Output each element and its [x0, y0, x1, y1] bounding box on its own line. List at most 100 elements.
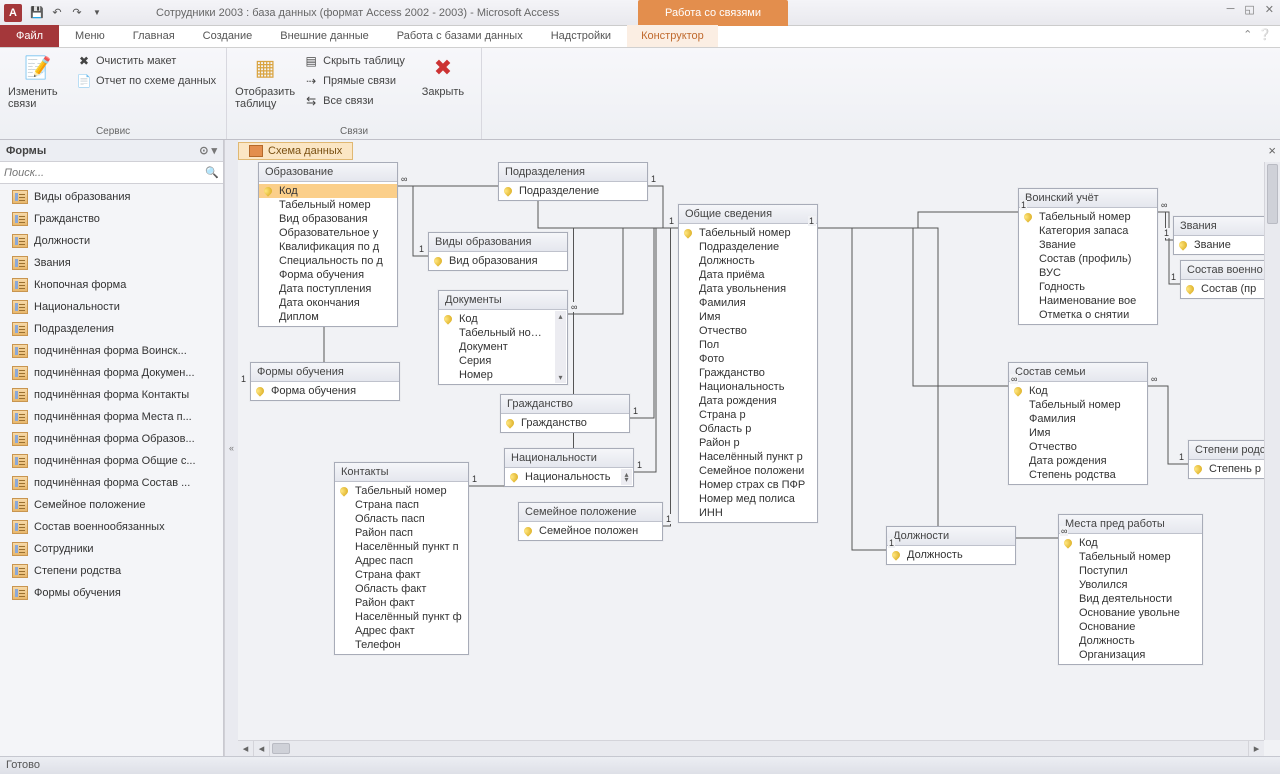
horizontal-scrollbar[interactable]: ◂ ◂ ▸ — [238, 740, 1264, 756]
hide-table-button[interactable]: ▤Скрыть таблицу — [301, 52, 407, 70]
field[interactable]: Табельный номер — [439, 326, 555, 340]
field[interactable]: Диплом — [259, 310, 397, 324]
clear-layout-button[interactable]: ✖Очистить макет — [74, 52, 218, 70]
field[interactable]: Код — [1009, 384, 1147, 398]
table-podr[interactable]: ПодразделенияПодразделение — [498, 162, 648, 201]
field[interactable]: ВУС — [1019, 266, 1157, 280]
field[interactable]: Дата рождения — [679, 394, 817, 408]
field[interactable]: Семейное положени — [679, 464, 817, 478]
field[interactable]: Состав (профиль) — [1019, 252, 1157, 266]
table-kont[interactable]: КонтактыТабельный номерСтрана паспОбласт… — [334, 462, 469, 655]
field[interactable]: Квалификация по д — [259, 240, 397, 254]
field[interactable]: Область р — [679, 422, 817, 436]
qat-dropdown-icon[interactable]: ▼ — [88, 4, 106, 22]
field[interactable]: Отметка о снятии — [1019, 308, 1157, 322]
field[interactable]: Табельный номер — [1019, 210, 1157, 224]
field[interactable]: Годность — [1019, 280, 1157, 294]
save-icon[interactable]: 💾 — [28, 4, 46, 22]
nav-item[interactable]: Кнопочная форма — [0, 274, 223, 296]
relationships-canvas[interactable]: ОбразованиеКодТабельный номерВид образов… — [238, 162, 1264, 740]
table-header[interactable]: Гражданство — [501, 395, 629, 414]
nav-item[interactable]: подчинённая форма Докумен... — [0, 362, 223, 384]
field[interactable]: Код — [259, 184, 397, 198]
field[interactable]: Национальность — [679, 380, 817, 394]
tab-create[interactable]: Создание — [189, 25, 267, 47]
minimize-icon[interactable]: ─ — [1227, 3, 1235, 16]
field[interactable]: ИНН — [679, 506, 817, 520]
report-button[interactable]: 📄Отчет по схеме данных — [74, 72, 218, 90]
field[interactable]: Дата поступления — [259, 282, 397, 296]
field[interactable]: Дата окончания — [259, 296, 397, 310]
close-icon[interactable]: ✕ — [1265, 3, 1274, 16]
minimize-ribbon-icon[interactable]: ⌃ — [1243, 28, 1252, 41]
nav-item[interactable]: Звания — [0, 252, 223, 274]
search-icon[interactable]: 🔍 — [205, 166, 219, 179]
field[interactable]: Табельный номер — [335, 484, 468, 498]
close-document-icon[interactable]: × — [1268, 143, 1276, 158]
table-header[interactable]: Состав военно — [1181, 261, 1264, 280]
field[interactable]: Вид образования — [429, 254, 567, 268]
vertical-scrollbar[interactable] — [1264, 162, 1280, 740]
edit-relationships-button[interactable]: 📝Изменить связи — [8, 52, 68, 110]
field[interactable]: Номер мед полиса — [679, 492, 817, 506]
field[interactable]: Должность — [1059, 634, 1202, 648]
table-header[interactable]: Степени родст — [1189, 441, 1264, 460]
field[interactable]: Семейное положен — [519, 524, 662, 538]
field[interactable]: Отчество — [679, 324, 817, 338]
field[interactable]: Табельный номер — [1059, 550, 1202, 564]
field[interactable]: Номер — [439, 368, 555, 382]
field[interactable]: Дата рождения — [1009, 454, 1147, 468]
nav-item[interactable]: Семейное положение — [0, 494, 223, 516]
table-header[interactable]: Звания — [1174, 217, 1264, 236]
table-scrollbar[interactable]: ▴▾ — [621, 469, 632, 485]
table-header[interactable]: Должности — [887, 527, 1015, 546]
field[interactable]: Документ — [439, 340, 555, 354]
field[interactable]: Номер страх св ПФР — [679, 478, 817, 492]
field[interactable]: Код — [1059, 536, 1202, 550]
table-sem[interactable]: Семейное положениеСемейное положен — [518, 502, 663, 541]
tab-addins[interactable]: Надстройки — [537, 25, 625, 47]
table-vid[interactable]: Виды образования Вид образования — [428, 232, 568, 271]
nav-item[interactable]: подчинённая форма Воинск... — [0, 340, 223, 362]
field[interactable]: Должность — [679, 254, 817, 268]
field[interactable]: Код — [439, 312, 555, 326]
field[interactable]: Категория запаса — [1019, 224, 1157, 238]
field[interactable]: Фото — [679, 352, 817, 366]
field[interactable]: Страна факт — [335, 568, 468, 582]
field[interactable]: Степень родства — [1009, 468, 1147, 482]
field[interactable]: Фамилия — [1009, 412, 1147, 426]
field[interactable]: Национальность — [505, 470, 621, 484]
field[interactable]: Район пасп — [335, 526, 468, 540]
table-header[interactable]: Формы обучения — [251, 363, 399, 382]
table-mesta[interactable]: Места пред работыКодТабельный номерПосту… — [1058, 514, 1203, 665]
file-tab[interactable]: Файл — [0, 25, 59, 47]
table-obr[interactable]: ОбразованиеКодТабельный номерВид образов… — [258, 162, 398, 327]
table-header[interactable]: Виды образования — [429, 233, 567, 252]
nav-item[interactable]: подчинённая форма Общие с... — [0, 450, 223, 472]
table-sost[interactable]: Состав семьиКодТабельный номерФамилияИмя… — [1008, 362, 1148, 485]
all-relations-button[interactable]: ⇆Все связи — [301, 92, 407, 110]
nav-item[interactable]: Степени родства — [0, 560, 223, 582]
field[interactable]: Должность — [887, 548, 1015, 562]
field[interactable]: Подразделение — [499, 184, 647, 198]
show-table-button[interactable]: ▦Отобразить таблицу — [235, 52, 295, 110]
table-voin[interactable]: Воинский учётТабельный номерКатегория за… — [1018, 188, 1158, 325]
field[interactable]: Звание — [1174, 238, 1264, 252]
field[interactable]: Населённый пункт р — [679, 450, 817, 464]
search-input[interactable] — [4, 167, 205, 179]
table-formob[interactable]: Формы обученияФорма обучения — [250, 362, 400, 401]
field[interactable]: Имя — [679, 310, 817, 324]
nav-item[interactable]: Формы обучения — [0, 582, 223, 604]
restore-icon[interactable]: ◱ — [1244, 3, 1254, 16]
tab-home[interactable]: Главная — [119, 25, 189, 47]
table-header[interactable]: Места пред работы — [1059, 515, 1202, 534]
field[interactable]: Дата увольнения — [679, 282, 817, 296]
field[interactable]: Табельный номер — [1009, 398, 1147, 412]
undo-icon[interactable]: ↶ — [48, 4, 66, 22]
nav-item[interactable]: Национальности — [0, 296, 223, 318]
field[interactable]: Область пасп — [335, 512, 468, 526]
nav-collapse-button[interactable]: « — [224, 140, 238, 756]
nav-search[interactable]: 🔍 — [0, 162, 223, 184]
field[interactable]: Гражданство — [501, 416, 629, 430]
field[interactable]: Основание увольне — [1059, 606, 1202, 620]
